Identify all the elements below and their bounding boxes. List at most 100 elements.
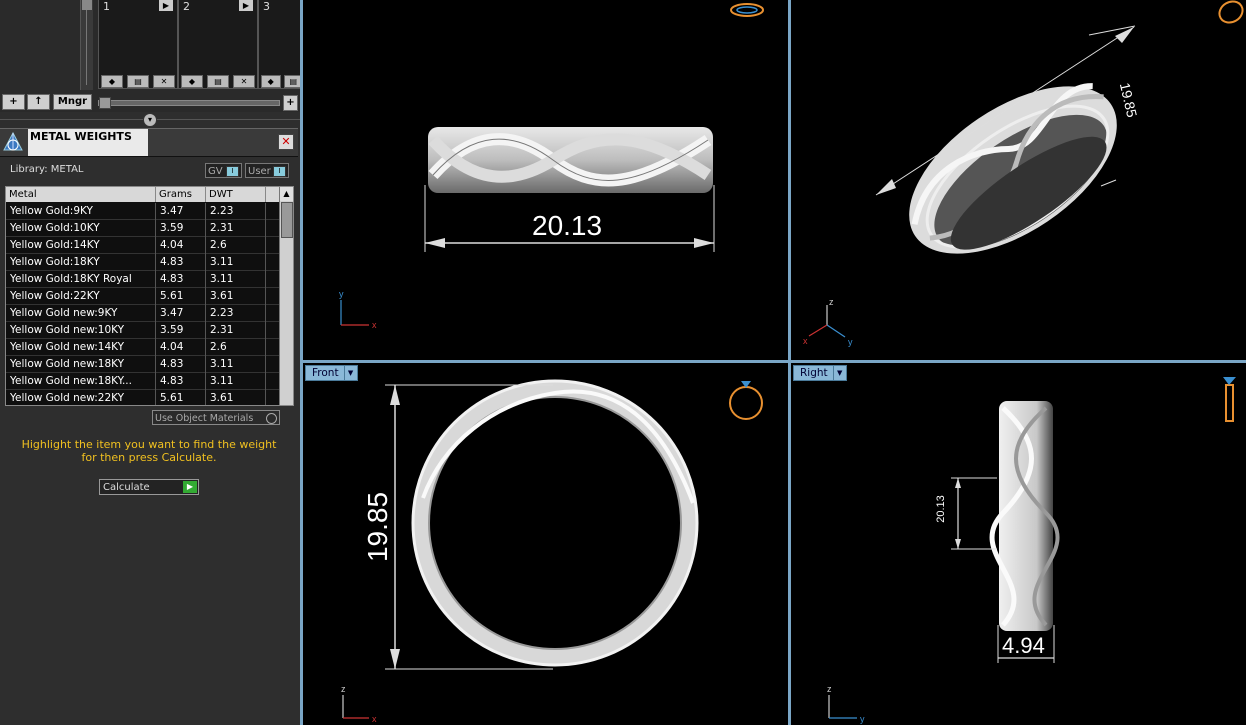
gv-toggle[interactable]: GV I — [205, 163, 242, 178]
slider-knob[interactable] — [99, 97, 111, 109]
ring-preset-icon — [1223, 377, 1236, 422]
cell-grams: 4.04 — [156, 339, 206, 356]
scroll-thumb[interactable] — [82, 0, 92, 10]
up-icon[interactable]: ◆ — [181, 75, 203, 88]
close-icon[interactable]: ✕ — [278, 134, 294, 150]
thumbnail-slot-3[interactable]: 3 ◆ ▤ — [258, 0, 302, 89]
axis-label-z: z — [827, 684, 832, 694]
cell-dwt: 3.11 — [206, 356, 266, 373]
thumbnail-slot-1[interactable]: 1 ▶ ◆ ▤ ✕ — [98, 0, 178, 89]
slot-number: 3 — [263, 0, 270, 13]
library-label: Library: METAL — [10, 164, 84, 175]
save-icon[interactable]: ▤ — [207, 75, 229, 88]
table-row[interactable]: Yellow Gold new:10KY 3.59 2.31 — [6, 322, 279, 339]
play-icon[interactable]: ▶ — [159, 0, 173, 11]
cell-metal: Yellow Gold new:18KY... — [6, 373, 156, 390]
cell-metal: Yellow Gold:14KY — [6, 237, 156, 254]
calculate-button[interactable]: Calculate ▶ — [99, 479, 199, 495]
ring-side-view: z y — [827, 377, 1236, 724]
cell-grams: 4.83 — [156, 373, 206, 390]
axis-label-x: x — [372, 714, 377, 724]
up-icon[interactable]: ◆ — [261, 75, 281, 88]
table-header: Metal Grams DWT — [6, 187, 279, 202]
table-row[interactable]: Yellow Gold new:18KY... 4.83 3.11 — [6, 373, 279, 390]
cell-grams: 3.59 — [156, 322, 206, 339]
table-row[interactable]: Yellow Gold:10KY 3.59 2.31 — [6, 220, 279, 237]
cell-grams: 4.83 — [156, 254, 206, 271]
scroll-up-icon[interactable]: ▲ — [280, 187, 293, 201]
table-row[interactable]: Yellow Gold:22KY 5.61 3.61 — [6, 288, 279, 305]
scroll-track — [86, 10, 87, 85]
user-toggle[interactable]: User I — [245, 163, 289, 178]
dimension-diameter: 19.85 — [362, 491, 394, 563]
collapse-toggle-icon[interactable]: ▾ — [143, 113, 157, 127]
cell-dwt: 3.61 — [206, 288, 266, 305]
cell-grams: 3.59 — [156, 220, 206, 237]
thumbnail-horizontal-slider[interactable] — [98, 97, 280, 109]
viewport-label-text: Front — [312, 367, 339, 379]
slot-buttons: ◆ ▤ — [259, 75, 301, 88]
manager-button[interactable]: Mngr — [53, 94, 92, 110]
add-button[interactable]: + — [2, 94, 25, 110]
table-row[interactable]: Yellow Gold new:14KY 4.04 2.6 — [6, 339, 279, 356]
cell-metal: Yellow Gold new:10KY — [6, 322, 156, 339]
thumbnail-vertical-scrollbar[interactable] — [80, 0, 93, 90]
slot-buttons: ◆ ▤ ✕ — [179, 75, 257, 88]
table-row[interactable]: Yellow Gold:18KY 4.83 3.11 — [6, 254, 279, 271]
toggle-icon: I — [273, 166, 286, 177]
zoom-plus-button[interactable]: + — [283, 95, 298, 111]
play-icon[interactable]: ▶ — [239, 0, 253, 11]
panel-title: METAL WEIGHTS — [28, 129, 148, 156]
viewport-top[interactable]: y x 20.13 — [303, 0, 788, 360]
cell-metal: Yellow Gold:22KY — [6, 288, 156, 305]
delete-icon[interactable]: ✕ — [233, 75, 255, 88]
cell-grams: 4.04 — [156, 237, 206, 254]
chevron-down-icon[interactable]: ▼ — [832, 366, 846, 380]
chevron-down-icon[interactable]: ▼ — [343, 366, 357, 380]
delete-icon[interactable]: ✕ — [153, 75, 175, 88]
viewport-right[interactable]: z y Right ▼ 20.13 4.94 — [791, 363, 1246, 725]
column-header-dwt[interactable]: DWT — [206, 187, 266, 202]
cell-metal: Yellow Gold new:22KY — [6, 390, 156, 405]
table-row[interactable]: Yellow Gold new:18KY 4.83 3.11 — [6, 356, 279, 373]
table-scrollbar[interactable]: ▲ — [279, 187, 293, 405]
viewport-label-right[interactable]: Right ▼ — [793, 365, 847, 381]
cell-grams: 4.83 — [156, 271, 206, 288]
axis-label-y: y — [848, 337, 853, 347]
cell-grams: 5.61 — [156, 390, 206, 405]
use-object-materials-toggle[interactable]: Use Object Materials — [152, 410, 280, 425]
cell-dwt: 3.11 — [206, 373, 266, 390]
table-row[interactable]: Yellow Gold:18KY Royal 4.83 3.11 — [6, 271, 279, 288]
axis-indicator: z y — [827, 684, 865, 724]
save-icon[interactable]: ▤ — [127, 75, 149, 88]
viewport-perspective[interactable]: z x y 19.85 — [791, 0, 1246, 360]
cell-metal: Yellow Gold:10KY — [6, 220, 156, 237]
up-icon[interactable]: ◆ — [101, 75, 123, 88]
column-header-grams[interactable]: Grams — [156, 187, 206, 202]
thumbnail-slot-2[interactable]: 2 ▶ ◆ ▤ ✕ — [178, 0, 258, 89]
axis-label-x: x — [372, 320, 377, 330]
scroll-thumb[interactable] — [281, 202, 293, 238]
cell-metal: Yellow Gold new:14KY — [6, 339, 156, 356]
table-row[interactable]: Yellow Gold new:22KY 5.61 3.61 — [6, 390, 279, 405]
table-row[interactable]: Yellow Gold:14KY 4.04 2.6 — [6, 237, 279, 254]
cell-dwt: 2.31 — [206, 322, 266, 339]
slot-buttons: ◆ ▤ ✕ — [99, 75, 177, 88]
cell-metal: Yellow Gold:18KY — [6, 254, 156, 271]
axis-indicator: z x — [341, 684, 377, 724]
cell-dwt: 2.6 — [206, 237, 266, 254]
table-row[interactable]: Yellow Gold:9KY 3.47 2.23 — [6, 203, 279, 220]
cell-dwt: 2.6 — [206, 339, 266, 356]
ring-top-view: y x — [339, 3, 764, 330]
column-header-metal[interactable]: Metal — [6, 187, 156, 202]
play-icon: ▶ — [183, 481, 197, 493]
viewport-label-text: Right — [800, 367, 828, 379]
viewport-front[interactable]: z x Front ▼ 19.85 — [303, 363, 788, 725]
axis-indicator: z x y — [803, 297, 853, 347]
up-arrow-button[interactable]: ↑ — [27, 94, 50, 110]
user-label: User — [248, 166, 271, 177]
ring-preset-icon — [1218, 0, 1244, 24]
cell-grams: 3.47 — [156, 203, 206, 220]
viewport-label-front[interactable]: Front ▼ — [305, 365, 358, 381]
table-row[interactable]: Yellow Gold new:9KY 3.47 2.23 — [6, 305, 279, 322]
